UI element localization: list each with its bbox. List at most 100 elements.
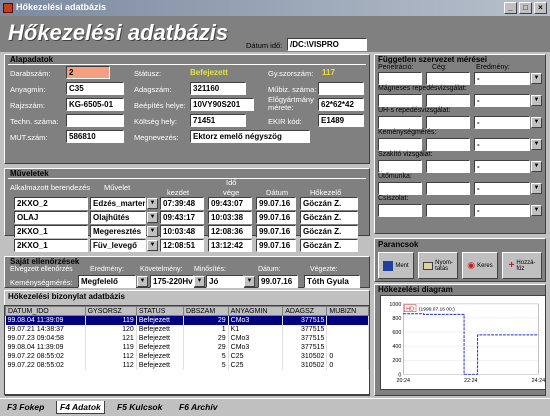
chevron-down-icon[interactable]: ▼ — [531, 183, 542, 194]
fuggetlen-field[interactable] — [378, 204, 422, 217]
chevron-down-icon[interactable]: ▼ — [147, 240, 158, 251]
hozzafuz-button[interactable]: + Hozzá- fűz — [502, 252, 542, 279]
muvelet-field[interactable]: Füv_levegő — [90, 239, 146, 252]
berendezes-field[interactable]: 2KXO_2 — [14, 197, 88, 210]
table-row[interactable]: 99.07.22 08:55:02 112 Befejezett 5 C25 310502… — [5, 351, 369, 361]
kezdet-field[interactable]: 12:08:51 — [160, 239, 204, 252]
fuggetlen-field[interactable] — [426, 204, 470, 217]
muvelet-field[interactable]: Olajhűtés — [90, 211, 146, 224]
col-header[interactable]: DATUM_IDO — [5, 306, 86, 316]
tab-fokep[interactable]: F3 Fokep — [4, 401, 47, 414]
darabszam-field[interactable]: 2 — [66, 66, 110, 79]
chevron-down-icon[interactable]: ▼ — [244, 276, 255, 287]
fuggetlen-field[interactable]: - — [474, 182, 530, 195]
close-button[interactable]: × — [534, 2, 547, 14]
fuggetlen-field[interactable]: - — [474, 138, 530, 151]
chevron-down-icon[interactable]: ▼ — [147, 198, 158, 209]
techn-field[interactable] — [66, 114, 124, 127]
chevron-down-icon[interactable]: ▼ — [147, 212, 158, 223]
fuggetlen-field[interactable] — [426, 160, 470, 173]
chevron-down-icon[interactable]: ▼ — [531, 139, 542, 150]
kezdet-field[interactable]: 07:39:48 — [160, 197, 204, 210]
col-header[interactable]: MUBIZN — [326, 306, 369, 316]
kezdet-field[interactable]: 09:43:17 — [160, 211, 204, 224]
col-header[interactable]: DBSZAM — [183, 306, 229, 316]
fuggetlen-field[interactable] — [426, 94, 470, 107]
hokezelo-field[interactable]: Göczán Z. — [300, 211, 358, 224]
muvelet-field[interactable]: Edzés_marter — [90, 197, 146, 210]
ekir-field[interactable]: E1489 — [318, 114, 364, 127]
fuggetlen-field[interactable]: - — [474, 116, 530, 129]
datum-field[interactable]: 99.07.16 — [256, 239, 296, 252]
berendezes-field[interactable]: 2KXO_1 — [14, 239, 88, 252]
hokezelo-field[interactable]: Göczán Z. — [300, 197, 358, 210]
minosites-field[interactable]: Jó — [206, 275, 244, 288]
minimize-button[interactable]: _ — [504, 2, 517, 14]
chevron-down-icon[interactable]: ▼ — [531, 73, 542, 84]
keres-button[interactable]: ◉ Keres — [462, 252, 498, 279]
mut-field[interactable]: 586810 — [66, 130, 124, 143]
eloigazitas-field[interactable]: 62*62*42 — [318, 98, 364, 111]
nyomtatas-button[interactable]: Nyom- tatás — [418, 252, 458, 279]
anyagmin-field[interactable]: C35 — [66, 82, 124, 95]
datum-field[interactable]: 99.07.16 — [256, 197, 296, 210]
col-header[interactable]: ADAGSZ — [282, 306, 328, 316]
chevron-down-icon[interactable]: ▼ — [147, 226, 158, 237]
fuggetlen-field[interactable] — [378, 72, 422, 85]
fuggetlen-field[interactable] — [378, 138, 422, 151]
vege-field[interactable]: 10:03:38 — [208, 211, 252, 224]
eredmeny-field[interactable]: Megfelelő — [78, 275, 136, 288]
db-grid[interactable]: DATUM_IDO GYSORSZ STATUS DBSZAM ANYAGMIN… — [4, 305, 370, 395]
col-header[interactable]: ANYAGMIN — [227, 306, 284, 316]
fuggetlen-field[interactable] — [378, 160, 422, 173]
chevron-down-icon[interactable]: ▼ — [137, 276, 148, 287]
datum-field[interactable]: 99.07.16 — [256, 225, 296, 238]
vege-field[interactable]: 13:12:42 — [208, 239, 252, 252]
fuggetlen-field[interactable] — [426, 72, 470, 85]
chevron-down-icon[interactable]: ▼ — [531, 205, 542, 216]
chevron-down-icon[interactable]: ▼ — [531, 95, 542, 106]
tab-archiv[interactable]: F6 Archív — [176, 401, 220, 414]
berendezes-field[interactable]: OLAJ — [14, 211, 88, 224]
hokezelo-field[interactable]: Göczán Z. — [300, 239, 358, 252]
berendezes-field[interactable]: 2KXO_1 — [14, 225, 88, 238]
fuggetlen-field[interactable] — [426, 182, 470, 195]
vegezte-field[interactable]: Tóth Gyula — [304, 275, 360, 288]
col-header[interactable]: STATUS — [135, 306, 185, 316]
fuggetlen-field[interactable] — [378, 94, 422, 107]
megnevezes-field[interactable]: Ektorz emelő négyszög — [190, 130, 310, 143]
fuggetlen-field[interactable] — [426, 138, 470, 151]
chevron-down-icon[interactable]: ▼ — [531, 117, 542, 128]
chevron-down-icon[interactable]: ▼ — [194, 276, 205, 287]
fuggetlen-field[interactable] — [378, 116, 422, 129]
fuggetlen-field[interactable] — [378, 182, 422, 195]
table-row[interactable]: 99.07.21 14:38:37 120 Befejezett 1 K1 377515 — [5, 324, 369, 334]
kovetelmeny-field[interactable]: 175-220Hv — [150, 275, 194, 288]
table-row[interactable]: 99.07.23 09:04:58 121 Befejezett 29 CMo3 3775… — [5, 333, 369, 343]
tab-kulcsok[interactable]: F5 Kulcsok — [114, 401, 165, 414]
tab-adatok[interactable]: F4 Adatok — [56, 401, 105, 414]
table-row[interactable]: 99.08.04 11:39:09 119 Befejezett 29 CMo3 3775… — [5, 315, 369, 325]
datum-field[interactable]: 99.07.16 — [256, 211, 296, 224]
fuggetlen-field[interactable]: - — [474, 204, 530, 217]
datum-field[interactable]: /DC:\VISPRO — [287, 38, 367, 51]
col-header[interactable]: GYSORSZ — [84, 306, 137, 316]
fuggetlen-field[interactable]: - — [474, 94, 530, 107]
table-row[interactable]: 99.08.04 11:39:09 119 Befejezett 29 CMo3 3775… — [5, 342, 369, 352]
muvelet-field[interactable]: Megeresztés — [90, 225, 146, 238]
kezdet-field[interactable]: 10:03:48 — [160, 225, 204, 238]
koltseg-field[interactable]: 71451 — [190, 114, 246, 127]
fuggetlen-field[interactable]: - — [474, 160, 530, 173]
table-row[interactable]: 99.07.22 08:55:02 112 Befejezett 5 C25 310502… — [5, 360, 369, 370]
sajat-datum-field[interactable]: 99.07.16 — [258, 275, 298, 288]
hokezelo-field[interactable]: Göczán Z. — [300, 225, 358, 238]
ment-button[interactable]: Ment — [378, 252, 414, 279]
maximize-button[interactable]: □ — [519, 2, 532, 14]
fuggetlen-field[interactable]: - — [474, 72, 530, 85]
beepites-field[interactable]: 10VY90S201 — [190, 98, 254, 111]
mubiz-field[interactable] — [318, 82, 364, 95]
adagszam-field[interactable]: 321160 — [190, 82, 246, 95]
fuggetlen-field[interactable] — [426, 116, 470, 129]
vege-field[interactable]: 12:08:36 — [208, 225, 252, 238]
vege-field[interactable]: 09:43:07 — [208, 197, 252, 210]
